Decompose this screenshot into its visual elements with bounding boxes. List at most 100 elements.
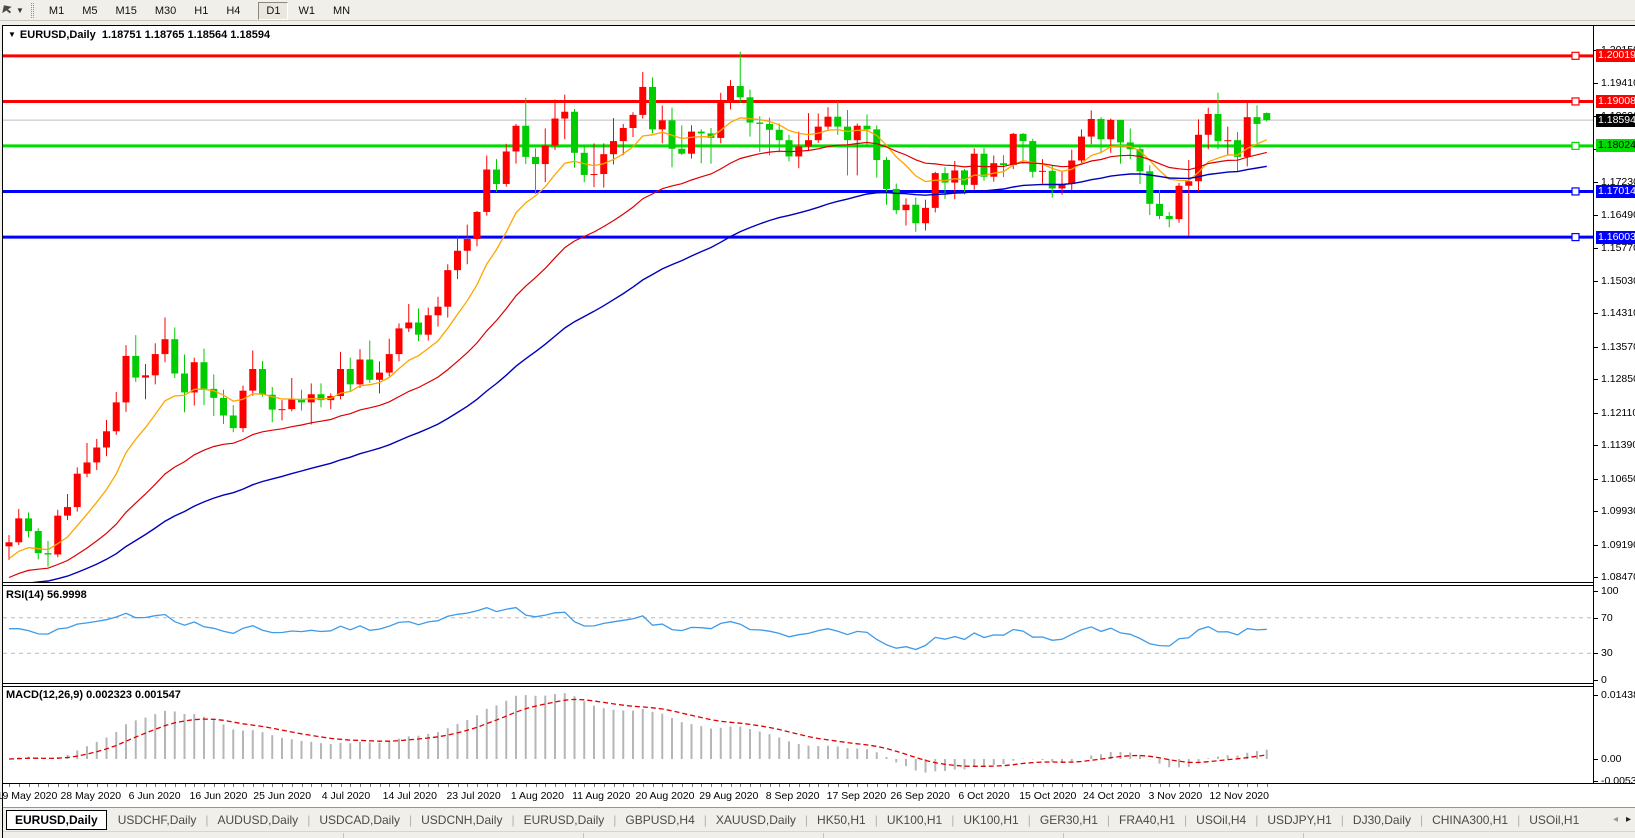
chart-tab-audusd[interactable]: AUDUSD,Daily [209,811,308,829]
dropdown-caret-icon[interactable]: ▼ [16,6,24,15]
date-bar-tick [731,784,732,787]
macd-tick-label: 0.00 [1601,753,1621,765]
rsi-indicator-label: RSI(14) 56.9998 [6,589,87,601]
date-bar-tick [321,784,322,787]
chart-tab-eurusd[interactable]: EURUSD,Daily [6,810,107,830]
date-bar-tick [1111,784,1112,787]
chart-tab-fra40[interactable]: FRA40,H1 [1110,811,1184,829]
chart-tab-uk100[interactable]: UK100,H1 [954,811,1027,829]
rsi-panel-canvas[interactable] [3,587,1593,683]
chart-tab-usdchf[interactable]: USDCHF,Daily [109,811,206,829]
price-tick-label: 1.13570 [1601,341,1635,353]
chart-ohlc-values: 1.18751 1.18765 1.18564 1.18594 [102,29,270,41]
date-axis[interactable]: 19 May 202028 May 20206 Jun 202016 Jun 2… [3,783,1635,807]
date-bar-tick [555,784,556,787]
date-bar-tick [311,784,312,787]
date-bar-tick [506,784,507,787]
price-chart-canvas[interactable] [3,26,1593,582]
toolbar-grip-handle[interactable] [31,3,34,18]
timeframe-button-mn[interactable]: MN [325,2,358,20]
timeframe-button-m1[interactable]: M1 [41,2,72,20]
price-tick-label: 1.19410 [1601,77,1635,89]
date-bar-tick [233,784,234,787]
chart-tab-gbpusd[interactable]: GBPUSD,H4 [616,811,703,829]
date-bar-tick [935,784,936,787]
date-bar-tick [1004,784,1005,787]
chart-tab-usdcad[interactable]: USDCAD,Daily [310,811,409,829]
chart-tab-uk100[interactable]: UK100,H1 [878,811,951,829]
panel-separator[interactable] [3,582,1635,586]
date-bar-tick [292,784,293,787]
chart-tab-usoil[interactable]: USOil,H4 [1187,811,1255,829]
date-bar-tick [19,784,20,787]
chart-tab-china300[interactable]: CHINA300,H1 [1423,811,1517,829]
date-bar-tick [77,784,78,787]
price-tick-label: 1.10650 [1601,473,1635,485]
date-bar-tick [779,784,780,787]
date-bar-tick [116,784,117,787]
date-bar-tick [750,784,751,787]
tabs-scroll-left-icon[interactable]: ◂ [1609,814,1622,825]
timeframe-button-w1[interactable]: W1 [290,2,323,20]
chart-tab-usdcnh[interactable]: USDCNH,Daily [412,811,511,829]
date-bar-tick [350,784,351,787]
date-bar-tick [214,784,215,787]
date-bar-tick [867,784,868,787]
timeframe-button-d1[interactable]: D1 [258,2,288,20]
level-price-badge: 1.19008 [1596,95,1635,108]
tabs-scroll-right-icon[interactable]: ▸ [1622,814,1635,825]
chart-cursor-icon[interactable] [2,5,13,16]
date-bar-tick [545,784,546,787]
macd-indicator-label: MACD(12,26,9) 0.002323 0.001547 [6,689,181,701]
chart-tab-hk50[interactable]: HK50,H1 [808,811,875,829]
rsi-tick [1594,680,1598,681]
date-label: 6 Jun 2020 [129,790,181,802]
date-bar-tick [399,784,400,787]
date-label: 29 Aug 2020 [699,790,758,802]
date-label: 24 Oct 2020 [1083,790,1140,802]
date-bar-tick [185,784,186,787]
date-bar-tick [1150,784,1151,787]
price-axis[interactable]: 1.201501.194101.186901.179501.172301.164… [1593,26,1635,783]
price-tick-label: 1.14310 [1601,307,1635,319]
macd-panel-canvas[interactable] [3,687,1593,783]
date-bar-tick [1130,784,1131,787]
chart-tab-dj30[interactable]: DJ30,Daily [1344,811,1420,829]
date-bar-tick [770,784,771,787]
timeframe-button-m5[interactable]: M5 [74,2,105,20]
rsi-tick-label: 70 [1601,612,1613,624]
chart-tab-usoil[interactable]: USOil,H1 [1520,811,1588,829]
date-bar-tick [29,784,30,787]
date-bar-tick [1257,784,1258,787]
chart-collapse-icon[interactable]: ▼ [8,30,16,39]
chart-tab-ger30[interactable]: GER30,H1 [1031,811,1107,829]
rsi-tick [1594,618,1598,619]
chart-tab-usdjpy[interactable]: USDJPY,H1 [1258,811,1340,829]
timeframe-button-h1[interactable]: H1 [186,2,216,20]
date-bar-tick [1218,784,1219,787]
date-bar-tick [58,784,59,787]
chart-tab-eurusd[interactable]: EURUSD,Daily [515,811,614,829]
date-bar-tick [614,784,615,787]
date-bar-tick [1013,784,1014,787]
date-bar-tick [604,784,605,787]
price-tick [1594,479,1598,480]
price-tick [1594,445,1598,446]
timeframe-button-h4[interactable]: H4 [218,2,248,20]
date-bar-tick [1091,784,1092,787]
price-tick [1594,379,1598,380]
date-bar-tick [594,784,595,787]
date-bar-tick [360,784,361,787]
date-bar-tick [721,784,722,787]
chart-title: ▼EURUSD,Daily 1.18751 1.18765 1.18564 1.… [8,29,270,41]
date-bar-tick [1199,784,1200,787]
date-label: 23 Jul 2020 [446,790,500,802]
date-bar-tick [477,784,478,787]
timeframe-button-m30[interactable]: M30 [147,2,184,20]
rsi-tick-label: 0 [1601,674,1607,686]
chart-tab-xauusd[interactable]: XAUUSD,Daily [707,811,805,829]
date-bar-tick [9,784,10,787]
date-bar-tick [809,784,810,787]
timeframe-button-m15[interactable]: M15 [107,2,144,20]
date-bar-tick [994,784,995,787]
